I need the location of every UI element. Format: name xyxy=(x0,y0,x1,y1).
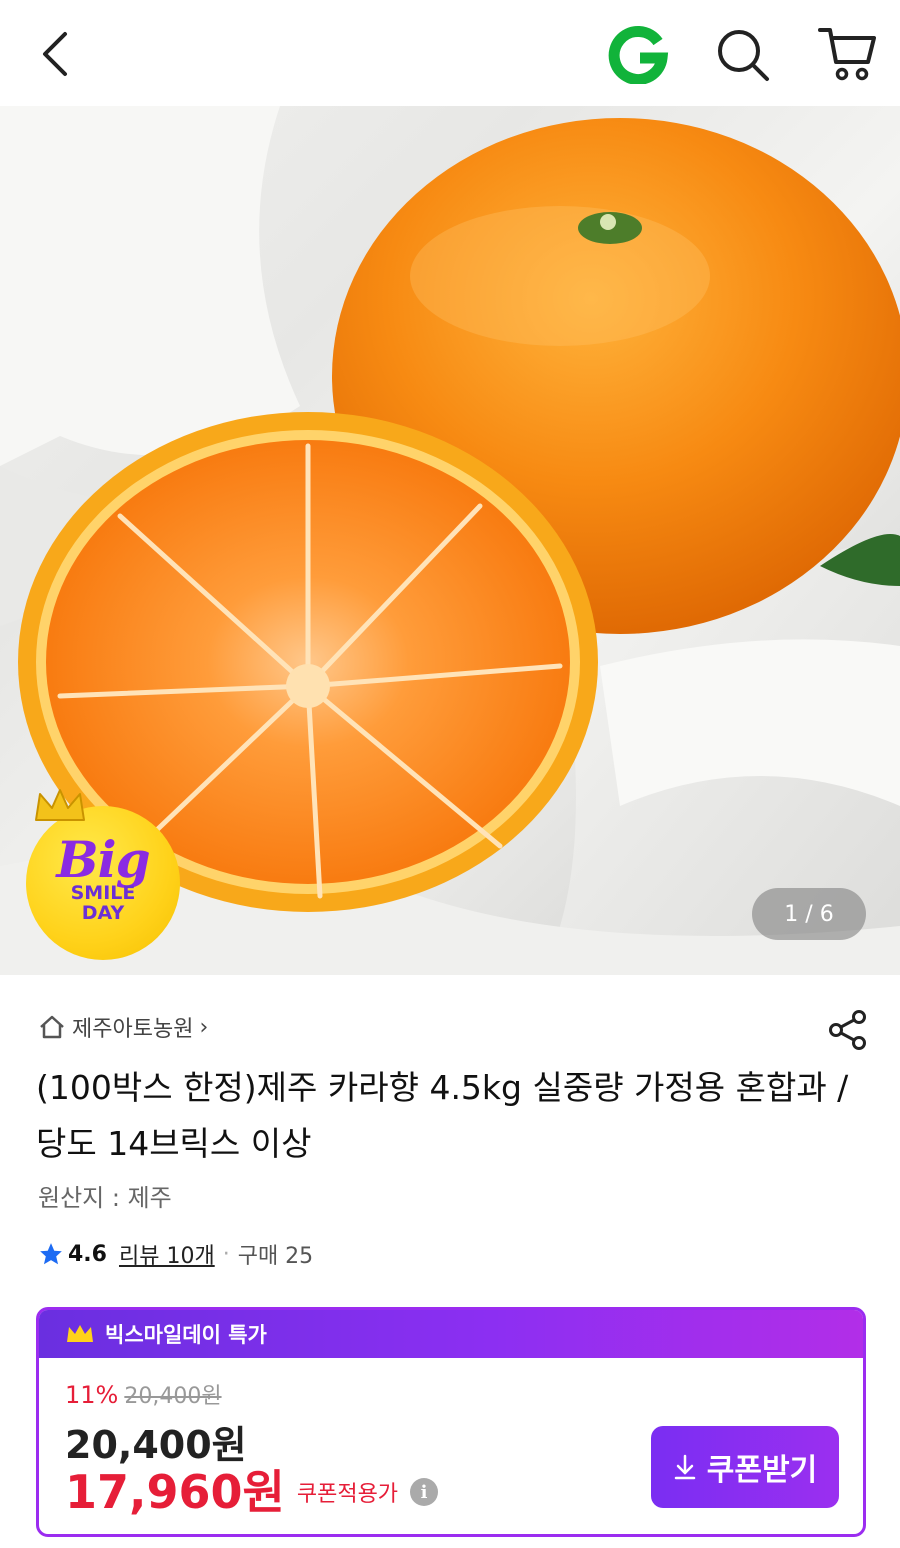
coupon-price-label: 쿠폰적용가 xyxy=(296,1482,399,1507)
discount-row: 11% 20,400원 xyxy=(65,1378,222,1410)
cart-icon[interactable] xyxy=(814,22,880,84)
crown-icon xyxy=(35,789,85,821)
product-title: (100박스 한정)제주 카라향 4.5kg 실중량 가정용 혼합과 / 당도 … xyxy=(36,1068,849,1163)
badge-big-text: Big xyxy=(56,830,150,889)
badge-day-text: DAY xyxy=(81,902,125,924)
big-smile-day-badge: Big SMILE DAY xyxy=(26,789,180,960)
top-navigation-bar xyxy=(0,0,900,106)
reviews-link[interactable]: 리뷰 10개 xyxy=(119,1238,215,1270)
special-deal-box: 빅스마일데이 특가 11% 20,400원 20,400원 17,960원 쿠폰… xyxy=(36,1307,866,1537)
get-coupon-label: 쿠폰받기 xyxy=(706,1453,818,1488)
origin-text: 원산지 : 제주 xyxy=(38,1184,172,1212)
search-icon[interactable] xyxy=(712,24,774,84)
rating-row: 4.6 리뷰 10개 · 구매 25 xyxy=(38,1236,313,1272)
deal-header: 빅스마일데이 특가 xyxy=(39,1310,863,1358)
coupon-price-row: 17,960원 쿠폰적용가 i xyxy=(65,1456,439,1522)
download-icon xyxy=(674,1454,696,1480)
back-arrow-icon xyxy=(43,32,67,76)
original-price: 20,400원 xyxy=(124,1384,222,1409)
badge-smile-text: SMILE xyxy=(70,882,136,904)
home-icon xyxy=(40,1015,64,1039)
info-icon[interactable]: i xyxy=(410,1478,439,1506)
image-counter[interactable]: 1 / 6 xyxy=(752,888,866,940)
crown-icon xyxy=(67,1325,93,1342)
g-logo-icon[interactable] xyxy=(606,24,670,84)
product-image-carousel[interactable]: Big SMILE DAY 1 / 6 xyxy=(0,106,900,975)
share-icon[interactable] xyxy=(826,1008,870,1052)
seller-chevron-icon: › xyxy=(199,1014,209,1040)
seller-link[interactable]: 제주아토농원 › xyxy=(38,1010,208,1044)
rating-score: 4.6 xyxy=(68,1241,107,1267)
separator-dot: · xyxy=(222,1241,230,1267)
coupon-price-value: 17,960원 xyxy=(65,1465,285,1519)
get-coupon-button[interactable]: 쿠폰받기 xyxy=(651,1426,839,1508)
star-icon xyxy=(40,1243,62,1265)
back-button[interactable] xyxy=(30,28,78,80)
seller-name: 제주아토농원 xyxy=(72,1017,194,1042)
purchase-count: 구매 25 xyxy=(237,1244,314,1269)
discount-percent: 11% xyxy=(65,1381,119,1409)
deal-header-label: 빅스마일데이 특가 xyxy=(105,1323,267,1347)
